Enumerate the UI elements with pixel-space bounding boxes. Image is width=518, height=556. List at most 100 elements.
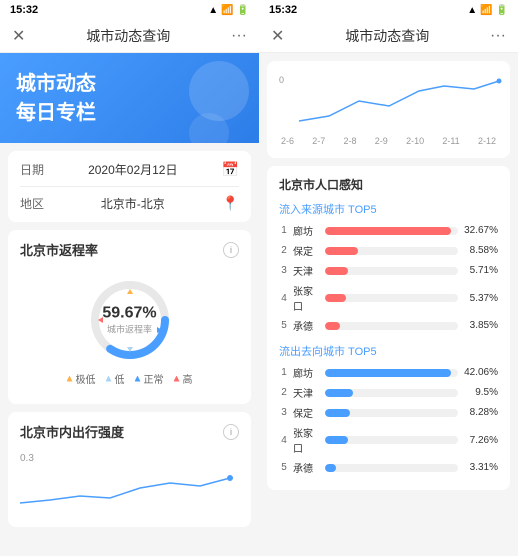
more-icon-right[interactable]: ··· (490, 27, 506, 45)
outflow-fill-3 (325, 409, 350, 417)
outflow-list: 1 廊坊 42.06% 2 天津 9.5% 3 (279, 365, 498, 475)
axis-2-11: 2-11 (442, 136, 459, 146)
date-region-card: 日期 2020年02月12日 📅 地区 北京市-北京 📍 (8, 151, 251, 222)
time-chart-card: 0 2-6 2-7 2-8 2-9 2-10 2-11 2-12 (267, 61, 510, 158)
inflow-track-1 (325, 227, 458, 235)
return-rate-title: 北京市返程率 (20, 240, 98, 259)
mobility-value: 0.3 (20, 453, 239, 464)
time-left: 15:32 (10, 4, 38, 16)
mobility-line-chart (20, 468, 240, 508)
close-icon[interactable]: ✕ (12, 26, 25, 46)
legend-dot-normal (135, 376, 141, 382)
donut-label: 城市返程率 (102, 323, 156, 336)
wifi-icon-right: ▲ (467, 5, 477, 16)
outflow-track-1 (325, 369, 458, 377)
info-icon-mobility[interactable]: i (223, 424, 239, 440)
axis-2-9: 2-9 (375, 136, 388, 146)
more-icon-left[interactable]: ··· (231, 27, 247, 45)
return-rate-card: 北京市返程率 i (8, 230, 251, 404)
outflow-fill-1 (325, 369, 451, 377)
battery-icon: 🔋 (237, 5, 249, 16)
inflow-pct-1: 32.67% (462, 225, 498, 236)
legend-label-high: 高 (183, 371, 193, 386)
outflow-rank-1: 1 (279, 367, 289, 378)
outflow-rank-5: 5 (279, 462, 289, 473)
inflow-name-2: 保定 (293, 243, 321, 258)
inflow-pct-2: 8.58% (462, 245, 498, 256)
outflow-track-4 (325, 436, 458, 444)
inflow-rank-1: 1 (279, 225, 289, 236)
signal-icon-right: 📶 (480, 5, 492, 16)
legend-low: 低 (106, 371, 125, 386)
legend-label-normal: 正常 (144, 371, 164, 386)
date-row[interactable]: 日期 2020年02月12日 📅 (20, 161, 239, 178)
inflow-pct-3: 5.71% (462, 265, 498, 276)
date-label: 日期 (20, 161, 44, 178)
axis-2-6: 2-6 (281, 136, 294, 146)
status-bar-left: 15:32 ▲ 📶 🔋 (0, 0, 259, 20)
wifi-icon: ▲ (208, 5, 218, 16)
divider (20, 186, 239, 187)
inflow-name-4: 张家口 (293, 283, 321, 313)
legend-very-low: 极低 (67, 371, 96, 386)
donut-center: 59.67% 城市返程率 (102, 305, 156, 336)
axis-2-7: 2-7 (312, 136, 325, 146)
location-icon[interactable]: 📍 (222, 195, 239, 212)
inflow-rank-4: 4 (279, 293, 289, 304)
donut-chart: 59.67% 城市返程率 (85, 275, 175, 365)
right-panel: 15:32 ▲ 📶 🔋 ✕ 城市动态查询 ··· 0 2-6 2-7 2-8 2… (259, 0, 518, 556)
nav-title-left: 城市动态查询 (86, 26, 170, 46)
inflow-name-5: 承德 (293, 318, 321, 333)
calendar-icon[interactable]: 📅 (222, 161, 239, 178)
inflow-fill-1 (325, 227, 451, 235)
inflow-row-3: 3 天津 5.71% (279, 263, 498, 278)
inflow-track-2 (325, 247, 458, 255)
inflow-rank-2: 2 (279, 245, 289, 256)
outflow-name-1: 廊坊 (293, 365, 321, 380)
axis-labels: 2-6 2-7 2-8 2-9 2-10 2-11 2-12 (279, 136, 498, 146)
outflow-track-3 (325, 409, 458, 417)
inflow-pct-4: 5.37% (462, 293, 498, 304)
inflow-fill-3 (325, 267, 348, 275)
battery-icon-right: 🔋 (496, 5, 508, 16)
inflow-list: 1 廊坊 32.67% 2 保定 8.58% 3 (279, 223, 498, 333)
outflow-pct-2: 9.5% (462, 387, 498, 398)
close-icon-right[interactable]: ✕ (271, 26, 284, 46)
status-icons-left: ▲ 📶 🔋 (208, 5, 249, 16)
region-value: 北京市-北京 (101, 195, 165, 212)
left-panel: 15:32 ▲ 📶 🔋 ✕ 城市动态查询 ··· 城市动态 每日专栏 日期 20… (0, 0, 259, 556)
outflow-pct-5: 3.31% (462, 462, 498, 473)
legend-dot-high (174, 376, 180, 382)
inflow-track-3 (325, 267, 458, 275)
outflow-pct-1: 42.06% (462, 367, 498, 378)
outflow-rank-4: 4 (279, 435, 289, 446)
donut-container: 59.67% 城市返程率 极低 低 正常 (20, 267, 239, 394)
status-icons-right: ▲ 📶 🔋 (467, 5, 508, 16)
outflow-name-5: 承德 (293, 460, 321, 475)
region-row[interactable]: 地区 北京市-北京 📍 (20, 195, 239, 212)
legend-dot-very-low (67, 376, 73, 382)
inflow-title: 流入来源城市 TOP5 (279, 201, 498, 217)
mini-chart: 0.3 (20, 449, 239, 517)
inflow-rank-5: 5 (279, 320, 289, 331)
inflow-row-4: 4 张家口 5.37% (279, 283, 498, 313)
population-title: 北京市人口感知 (279, 176, 498, 193)
signal-icon: 📶 (221, 5, 233, 16)
mobility-title: 北京市内出行强度 (20, 422, 124, 441)
nav-title-right: 城市动态查询 (345, 26, 429, 46)
outflow-row-5: 5 承德 3.31% (279, 460, 498, 475)
legend-high: 高 (174, 371, 193, 386)
status-bar-right: 15:32 ▲ 📶 🔋 (259, 0, 518, 20)
inflow-fill-5 (325, 322, 340, 330)
legend-dot-low (106, 376, 112, 382)
nav-bar-right: ✕ 城市动态查询 ··· (259, 20, 518, 53)
info-icon-return[interactable]: i (223, 242, 239, 258)
nav-bar-left: ✕ 城市动态查询 ··· (0, 20, 259, 53)
outflow-pct-3: 8.28% (462, 407, 498, 418)
outflow-row-4: 4 张家口 7.26% (279, 425, 498, 455)
outflow-track-2 (325, 389, 458, 397)
inflow-row-2: 2 保定 8.58% (279, 243, 498, 258)
legend-label-very-low: 极低 (76, 371, 96, 386)
mobility-card: 北京市内出行强度 i 0.3 (8, 412, 251, 527)
inflow-track-4 (325, 294, 458, 302)
